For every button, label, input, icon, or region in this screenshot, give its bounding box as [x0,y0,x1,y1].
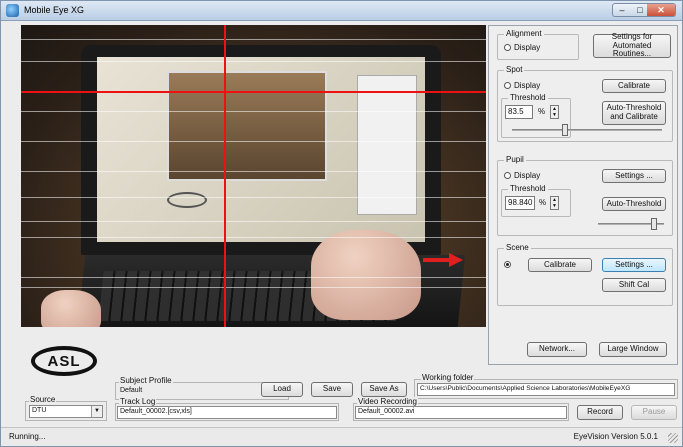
pupil-display-radio[interactable]: Display [504,171,540,180]
network-button[interactable]: Network... [527,342,587,357]
track-log-field[interactable]: Default_00002.[csv,xls] [117,406,337,419]
scene-label: Scene [504,243,531,252]
close-icon[interactable]: ✕ [647,4,675,16]
spot-threshold-spinner[interactable]: ▲ ▼ [550,105,559,119]
scan-line [21,277,486,278]
scan-line [21,111,486,112]
hand-in-scene [41,290,101,327]
source-label: Source [29,395,57,404]
spot-threshold-slider-track[interactable] [512,129,662,131]
scan-line [21,221,486,222]
spot-label: Spot [504,65,525,74]
scene-group: Scene Calibrate Settings ... Shift Cal [497,243,673,306]
spot-auto-threshold-button[interactable]: Auto-Threshold and Calibrate [602,101,666,125]
pupil-threshold-label: Threshold [508,184,548,193]
pupil-threshold-group: Threshold 98.840 % ▲ ▼ [501,184,571,217]
chevron-down-icon[interactable]: ▼ [91,406,102,417]
pupil-label: Pupil [504,155,526,164]
scan-line [21,171,486,172]
recursive-logo [167,192,207,208]
source-value: DTU [32,407,47,414]
shift-cal-button[interactable]: Shift Cal [602,278,666,292]
large-window-button[interactable]: Large Window [599,342,667,357]
resize-grip-icon[interactable] [668,433,678,443]
laptop-in-scene [81,45,441,255]
pupil-percent-label: % [539,198,547,207]
spot-threshold-group: Threshold 83.5 % ▲ ▼ [501,93,571,138]
pupil-auto-threshold-button[interactable]: Auto-Threshold [602,197,666,211]
video-recording-label: Video Recording [357,397,419,406]
alignment-group: Alignment Display [497,29,579,60]
pupil-settings-button[interactable]: Settings ... [602,169,666,183]
scan-line [21,61,486,62]
spot-calibrate-button[interactable]: Calibrate [602,79,666,93]
window-title: Mobile Eye XG [24,5,85,15]
scene-calibrate-button[interactable]: Calibrate [528,258,592,272]
scan-line [21,141,486,142]
alignment-display-radio[interactable]: Display [504,43,540,52]
spot-display-radio[interactable]: Display [504,81,540,90]
recursive-video-image [167,71,327,181]
alignment-label: Alignment [504,29,544,38]
spot-threshold-field[interactable]: 83.5 [505,105,533,119]
laptop-screen [97,57,425,242]
scene-display-radio[interactable] [504,261,511,268]
working-folder-label: Working folder [421,373,475,382]
scan-line [21,39,486,40]
spot-threshold-slider-thumb[interactable] [561,124,568,136]
working-folder-field[interactable]: C:\Users\Public\Documents\Applied Scienc… [417,383,675,396]
scan-line [21,287,486,288]
version-text: EyeVision Version 5.0.1 [573,432,658,441]
pupil-group: Pupil Display Settings ... Threshold 98.… [497,155,673,236]
save-as-button[interactable]: Save As [361,382,407,397]
scene-settings-button[interactable]: Settings ... [602,258,666,272]
scan-line [21,197,486,198]
radio-icon [504,261,511,268]
record-button[interactable]: Record [577,405,623,420]
automated-routines-settings-button[interactable]: Settings for Automated Routines... [593,32,671,58]
spot-group: Spot Display Calibrate Threshold 83.5 % … [497,65,673,142]
minimize-icon[interactable]: – [613,4,631,16]
pupil-threshold-spinner[interactable]: ▲ ▼ [550,196,559,210]
spot-display-label: Display [514,81,541,90]
spot-percent-label: % [538,107,546,116]
pupil-display-label: Display [514,171,541,180]
window-controls: – □ ✕ [612,3,676,17]
recursive-control-panel [357,75,417,215]
radio-icon [504,82,511,89]
arrow-right-icon [423,253,463,267]
title-bar: Mobile Eye XG – □ ✕ [1,1,682,21]
pupil-threshold-field[interactable]: 98.840 [505,196,535,210]
control-panel: Alignment Display Settings for Automated… [488,25,678,365]
radio-icon [504,172,511,179]
spot-threshold-label: Threshold [508,93,548,102]
gaze-crosshair-vertical [224,25,226,327]
scan-line [21,237,486,238]
video-recording-field[interactable]: Default_00002.avi [355,406,567,419]
source-select[interactable]: DTU ▼ [29,405,103,418]
track-log-label: Track Log [119,397,157,406]
gaze-crosshair-horizontal [21,91,486,93]
save-button[interactable]: Save [311,382,353,397]
asl-logo: ASL [31,346,97,376]
status-bar: Running... EyeVision Version 5.0.1 [1,427,682,446]
app-window: Mobile Eye XG – □ ✕ Alignment Display Se… [0,0,683,447]
alignment-display-label: Display [514,43,541,52]
load-button[interactable]: Load [261,382,303,397]
status-text: Running... [9,432,46,441]
subject-profile-label: Subject Profile [119,376,173,385]
scene-video-view[interactable] [21,25,486,327]
pupil-threshold-slider-thumb[interactable] [651,218,658,230]
app-eye-icon [6,4,19,17]
pause-button[interactable]: Pause [631,405,677,420]
radio-icon [504,44,511,51]
hand-in-scene [311,230,421,320]
